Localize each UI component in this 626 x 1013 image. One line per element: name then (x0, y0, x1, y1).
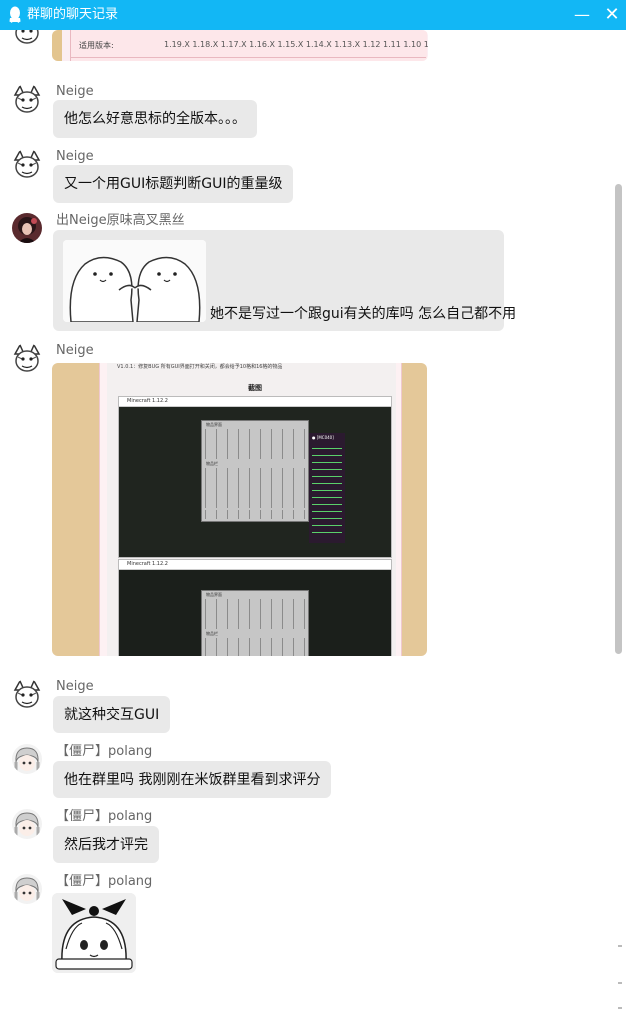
minecraft-window: Minecraft 1.12.2 物品界面 物品栏 ● [MC040] (118, 396, 392, 558)
sender-name: 出Neige原味高叉黑丝 (56, 213, 185, 228)
close-button[interactable]: ✕ (602, 5, 622, 25)
avatar[interactable] (12, 809, 42, 839)
avatar[interactable] (12, 213, 42, 243)
minecraft-window: Minecraft 1.12.2 物品界面 物品栏 (118, 559, 392, 656)
avatar[interactable] (12, 149, 42, 179)
window-title-bar: Minecraft 1.12.2 (119, 397, 391, 407)
scrollbar-thumb[interactable] (615, 184, 622, 654)
version-list: 1.19.X 1.18.X 1.17.X 1.16.X 1.15.X 1.14.… (164, 40, 428, 49)
title-bar: 群聊的聊天记录 — ✕ (0, 0, 626, 30)
window-title-bar: Minecraft 1.12.2 (119, 560, 391, 570)
qq-penguin-icon (9, 6, 21, 23)
sender-name: Neige (56, 149, 94, 164)
avatar[interactable] (12, 84, 42, 114)
sender-name: 【僵尸】polang (56, 744, 153, 759)
version-label: 适用版本: (79, 41, 114, 50)
sender-name: Neige (56, 679, 94, 694)
avatar[interactable] (12, 874, 42, 904)
message-bubble[interactable]: 他在群里吗 我刚刚在米饭群里看到求评分 (53, 761, 332, 798)
avatar[interactable] (12, 343, 42, 373)
sender-name: 【僵尸】polang (56, 874, 153, 889)
chat-overlay: ● [MC040] (309, 433, 345, 543)
message-bubble[interactable]: 然后我才评完 (53, 826, 159, 863)
screenshot-heading: 截图 (248, 384, 262, 392)
update-note: V1.0.1：修复BUG 所有GUI界面打开和关闭，都会给予10格和16格的物品 (117, 364, 283, 370)
minimize-button[interactable]: — (572, 5, 592, 25)
message-bubble[interactable]: 又一个用GUI标题判断GUI的重量级 (53, 165, 294, 203)
avatar[interactable] (12, 744, 42, 774)
inventory-panel: 物品界面 物品栏 (201, 420, 309, 522)
inventory-panel: 物品界面 物品栏 (201, 590, 309, 656)
scroll-marker (618, 945, 622, 947)
window-title: 群聊的聊天记录 (27, 7, 119, 22)
scroll-marker (618, 982, 622, 984)
sender-name: 【僵尸】polang (56, 809, 153, 824)
anime-girl-sticker[interactable] (52, 893, 136, 973)
message-bubble[interactable]: 她不是写过一个跟gui有关的库吗 怎么自己都不用 (53, 230, 516, 331)
message-text: 她不是写过一个跟gui有关的库吗 怎么自己都不用 (210, 306, 517, 322)
avatar[interactable] (12, 679, 42, 709)
sender-name: Neige (56, 84, 94, 99)
screenshot-image[interactable]: V1.0.1：修复BUG 所有GUI界面打开和关闭，都会给予10格和16格的物品… (52, 363, 427, 656)
message-bubble[interactable]: 就这种交互GUI (53, 696, 171, 733)
avatar (12, 30, 42, 46)
scroll-marker (618, 1007, 622, 1009)
attachment-image[interactable]: 适用版本: 1.19.X 1.18.X 1.17.X 1.16.X 1.15.X… (52, 30, 428, 61)
message-bubble[interactable]: 他怎么好意思标的全版本。。。 (53, 100, 257, 138)
sticker-image[interactable] (63, 240, 206, 322)
chat-history[interactable]: 适用版本: 1.19.X 1.18.X 1.17.X 1.16.X 1.15.X… (0, 30, 612, 1013)
sender-name: Neige (56, 343, 94, 358)
